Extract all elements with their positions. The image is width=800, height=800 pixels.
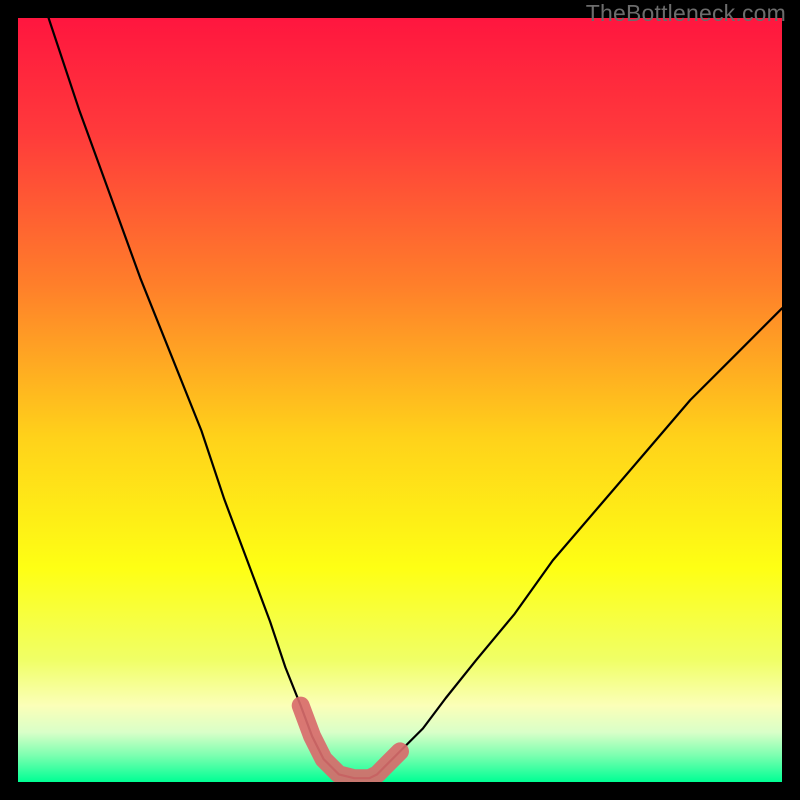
chart-frame: TheBottleneck.com [0, 0, 800, 800]
gradient-background [18, 18, 782, 782]
plot-area [18, 18, 782, 782]
watermark-text: TheBottleneck.com [586, 0, 786, 27]
bottleneck-chart [18, 18, 782, 782]
